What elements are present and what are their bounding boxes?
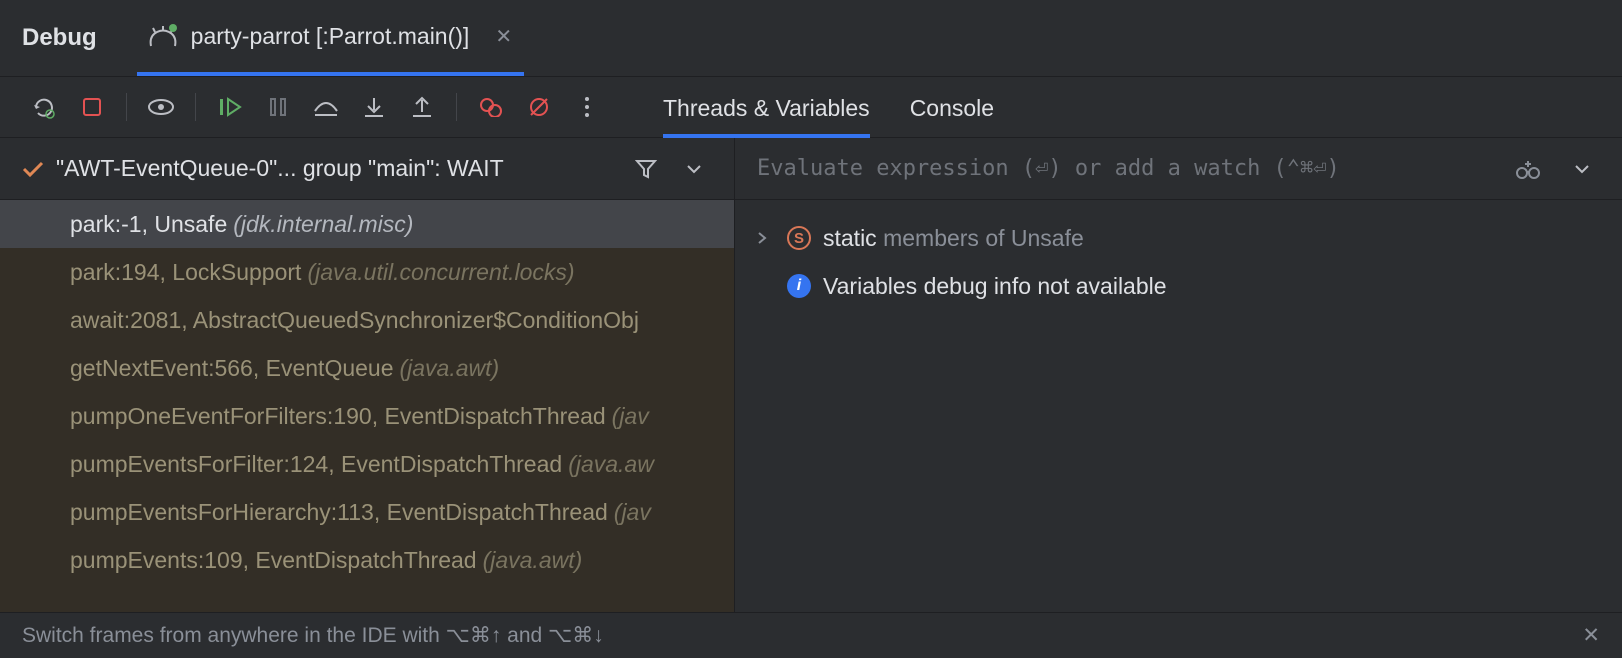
frames-panel: "AWT-EventQueue-0"... group "main": WAIT… (0, 138, 735, 612)
evaluate-expression-input[interactable] (757, 156, 1492, 181)
stop-button[interactable] (70, 85, 114, 129)
variables-panel: S static members of Unsafe ▸ i Variables… (735, 138, 1622, 612)
show-execution-point-button[interactable] (139, 85, 183, 129)
stack-frame[interactable]: await:2081, AbstractQueuedSynchronizer$C… (0, 296, 734, 344)
info-badge-icon: i (787, 274, 811, 298)
stack-frame[interactable]: pumpEventsForHierarchy:113, EventDispatc… (0, 488, 734, 536)
step-over-button[interactable] (304, 85, 348, 129)
separator (126, 93, 127, 121)
mute-breakpoints-button[interactable] (517, 85, 561, 129)
filter-icon[interactable] (628, 151, 664, 187)
step-out-button[interactable] (400, 85, 444, 129)
static-members-node[interactable]: S static members of Unsafe (735, 214, 1622, 262)
separator (456, 93, 457, 121)
close-hint-icon[interactable]: ✕ (1582, 623, 1600, 648)
thread-selector[interactable]: "AWT-EventQueue-0"... group "main": WAIT (0, 138, 734, 200)
stack-frame[interactable]: pumpEventsForFilter:124, EventDispatchTh… (0, 440, 734, 488)
debug-info-message: ▸ i Variables debug info not available (735, 262, 1622, 310)
static-badge-icon: S (787, 226, 811, 250)
more-button[interactable] (565, 85, 609, 129)
stack-frame[interactable]: getNextEvent:566, EventQueue(java.awt) (0, 344, 734, 392)
chevron-right-icon (757, 231, 775, 245)
pause-button[interactable] (256, 85, 300, 129)
chevron-down-icon[interactable] (676, 151, 712, 187)
close-tab-icon[interactable]: ✕ (495, 24, 512, 49)
chevron-down-icon[interactable] (1564, 151, 1600, 187)
static-members-label: static members of Unsafe (823, 225, 1084, 252)
stack-frame[interactable]: pumpOneEventForFilters:190, EventDispatc… (0, 392, 734, 440)
run-config-label: party-parrot [:Parrot.main()] (191, 23, 470, 50)
step-into-button[interactable] (352, 85, 396, 129)
check-icon (22, 160, 44, 178)
resume-button[interactable] (208, 85, 252, 129)
run-config-tab[interactable]: party-parrot [:Parrot.main()] ✕ (137, 0, 524, 76)
view-breakpoints-button[interactable] (469, 85, 513, 129)
bug-run-icon (149, 24, 179, 48)
tab-threads-variables[interactable]: Threads & Variables (663, 95, 870, 138)
stack-frame[interactable]: pumpEvents:109, EventDispatchThread(java… (0, 536, 734, 584)
add-watch-icon[interactable] (1510, 151, 1546, 187)
stack-frame[interactable]: park:194, LockSupport(java.util.concurre… (0, 248, 734, 296)
footer-hint: Switch frames from anywhere in the IDE w… (22, 623, 604, 648)
rerun-button[interactable] (22, 85, 66, 129)
tab-console[interactable]: Console (910, 95, 994, 138)
debug-title: Debug (22, 24, 97, 52)
separator (195, 93, 196, 121)
thread-label: "AWT-EventQueue-0"... group "main": WAIT (56, 155, 616, 182)
stack-frame[interactable]: park:-1, Unsafe(jdk.internal.misc) (0, 200, 734, 248)
